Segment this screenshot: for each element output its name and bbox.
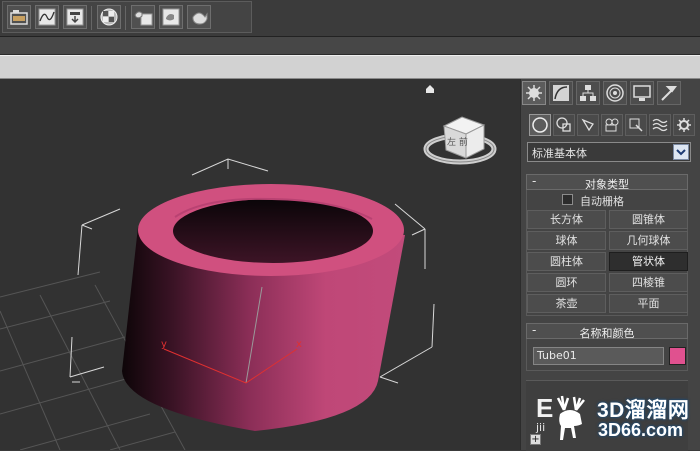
axis-x-label: x	[296, 339, 302, 350]
autogrid-label: 自动栅格	[580, 195, 624, 208]
hierarchy-tab-icon[interactable]	[576, 81, 600, 105]
deer-logo-icon	[556, 395, 585, 440]
viewport-scene: y x 左 前	[0, 85, 497, 450]
secondary-toolbar	[0, 37, 700, 55]
modify-tab-icon[interactable]	[549, 81, 573, 105]
object-type-rollout-header[interactable]: - 对象类型	[526, 174, 688, 191]
chevron-down-icon[interactable]	[673, 144, 689, 160]
viewcube-home-icon[interactable]	[426, 85, 434, 93]
object-color-swatch[interactable]	[669, 347, 686, 365]
sphere-button[interactable]: 球体	[527, 231, 606, 250]
watermark-subtitle: 3D66.com	[598, 420, 684, 440]
tube-button[interactable]: 管状体	[609, 252, 688, 271]
torus-button[interactable]: 圆环	[527, 273, 606, 292]
cameras-icon[interactable]	[601, 114, 623, 136]
cylinder-button[interactable]: 圆柱体	[527, 252, 606, 271]
expand-icon[interactable]: +	[530, 434, 541, 445]
systems-icon[interactable]	[673, 114, 695, 136]
stub-text: jii	[536, 421, 546, 434]
perspective-viewport[interactable]: y x 左 前	[0, 79, 520, 450]
toolbar-group	[2, 1, 252, 33]
object-name-field[interactable]: Tube01	[533, 347, 664, 365]
ribbon-bar	[0, 55, 700, 79]
teapot-button[interactable]: 茶壶	[527, 294, 606, 313]
dropdown-value: 标准基本体	[532, 147, 587, 160]
tube-object[interactable]	[122, 184, 405, 431]
axis-y-label: y	[161, 339, 167, 350]
render-teapot-icon[interactable]	[187, 5, 211, 29]
rendered-frame-icon[interactable]	[159, 5, 183, 29]
pyramid-button[interactable]: 四棱锥	[609, 273, 688, 292]
motion-tab-icon[interactable]	[603, 81, 627, 105]
geosphere-button[interactable]: 几何球体	[609, 231, 688, 250]
spacewarps-icon[interactable]	[649, 114, 671, 136]
material-editor-icon[interactable]	[97, 5, 121, 29]
primitive-type-dropdown[interactable]: 标准基本体	[527, 142, 691, 162]
layer-manager-icon[interactable]	[7, 5, 31, 29]
main-toolbar	[0, 0, 700, 37]
autogrid-checkbox[interactable]	[562, 194, 573, 205]
plane-button[interactable]: 平面	[609, 294, 688, 313]
lights-icon[interactable]	[577, 114, 599, 136]
display-tab-icon[interactable]	[630, 81, 654, 105]
render-setup-icon[interactable]	[131, 5, 155, 29]
box-button[interactable]: 长方体	[527, 210, 606, 229]
name-color-rollout-header[interactable]: - 名称和颜色	[526, 323, 688, 340]
viewcube[interactable]: 左 前	[423, 116, 497, 165]
helpers-icon[interactable]	[625, 114, 647, 136]
watermark: 3D溜溜网 3D66.com	[550, 380, 700, 450]
shapes-icon[interactable]	[553, 114, 575, 136]
viewcube-label: 左 前	[447, 136, 468, 148]
geometry-icon[interactable]	[529, 114, 551, 136]
cone-button[interactable]: 圆锥体	[609, 210, 688, 229]
curve-editor-icon[interactable]	[35, 5, 59, 29]
create-tab-icon[interactable]	[522, 81, 546, 105]
schematic-view-icon[interactable]	[63, 5, 87, 29]
utilities-tab-icon[interactable]	[657, 81, 681, 105]
